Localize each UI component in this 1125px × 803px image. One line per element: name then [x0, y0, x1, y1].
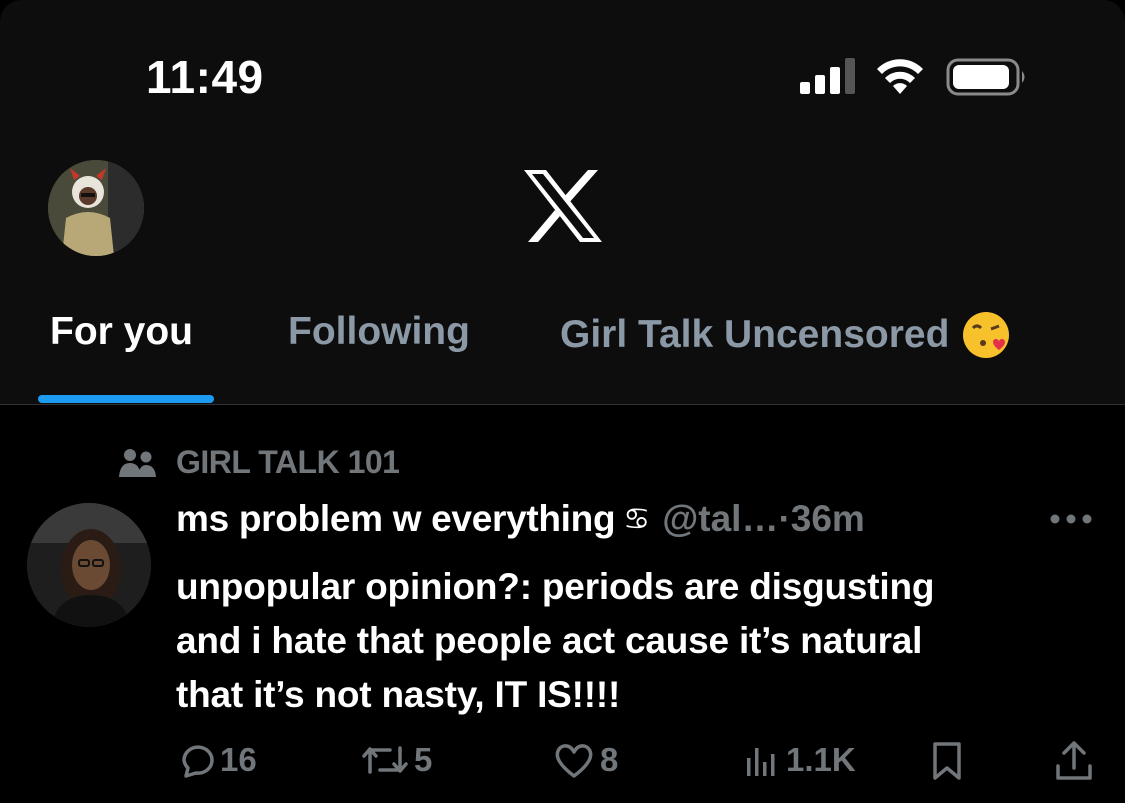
- reply-count: 16: [220, 741, 257, 778]
- heart-icon: [555, 744, 593, 778]
- tab-label: Girl Talk Uncensored: [560, 313, 950, 356]
- x-logo-icon[interactable]: [522, 168, 604, 244]
- author-avatar[interactable]: [27, 503, 151, 627]
- community-context[interactable]: GIRL TALK 101: [118, 444, 400, 481]
- post-header: ms problem w everything ♋ @tal… · 36m: [176, 498, 865, 540]
- post-text-line: and i hate that people act cause it’s na…: [176, 620, 923, 661]
- post-time[interactable]: 36m: [791, 498, 865, 540]
- view-count: 1.1K: [786, 741, 856, 778]
- repost-count: 5: [414, 741, 433, 778]
- repost-icon: [362, 746, 408, 774]
- post-text-line: that it’s not nasty, IT IS!!!!: [176, 674, 621, 715]
- views-button[interactable]: 1.1K: [742, 740, 856, 780]
- tab-girl-talk-uncensored[interactable]: Girl Talk Uncensored: [560, 310, 1011, 360]
- community-icon: [119, 448, 156, 477]
- community-name: GIRL TALK 101: [176, 444, 400, 480]
- like-count: 8: [600, 741, 619, 778]
- app-header: 11:49 For you Following Girl Talk Uncens…: [0, 0, 1125, 405]
- tab-for-you[interactable]: For you: [50, 310, 193, 354]
- share-icon: [1056, 741, 1092, 780]
- post-text-line: unpopular opinion?: periods are disgusti…: [176, 566, 935, 607]
- profile-avatar[interactable]: [48, 160, 144, 256]
- time-separator: ·: [778, 498, 791, 539]
- wifi-icon: [877, 59, 923, 94]
- bookmark-button[interactable]: [930, 740, 964, 782]
- bookmark-icon: [933, 742, 961, 780]
- author-name[interactable]: ms problem w everything: [176, 498, 616, 540]
- post-actions: 16 5 8 1.1K: [0, 740, 1125, 790]
- more-options-icon[interactable]: [1048, 512, 1094, 526]
- repost-button[interactable]: 5: [360, 740, 432, 780]
- post-text: unpopular opinion?: periods are disgusti…: [176, 560, 1076, 722]
- timeline-tabs: For you Following Girl Talk Uncensored: [0, 310, 1125, 370]
- header-divider: [0, 404, 1125, 405]
- author-badge: ♋: [623, 502, 651, 536]
- status-time: 11:49: [146, 51, 264, 103]
- author-handle[interactable]: @tal…: [662, 498, 778, 540]
- face-blowing-kiss-icon: [963, 312, 1010, 358]
- reply-icon: [182, 745, 214, 778]
- active-tab-indicator: [38, 395, 214, 403]
- views-chart-icon: [747, 748, 775, 776]
- cellular-signal-icon: [800, 58, 855, 94]
- share-button[interactable]: [1054, 740, 1094, 782]
- reply-button[interactable]: 16: [176, 740, 257, 780]
- battery-icon: [946, 58, 1025, 96]
- tab-following[interactable]: Following: [288, 310, 470, 354]
- like-button[interactable]: 8: [552, 740, 618, 780]
